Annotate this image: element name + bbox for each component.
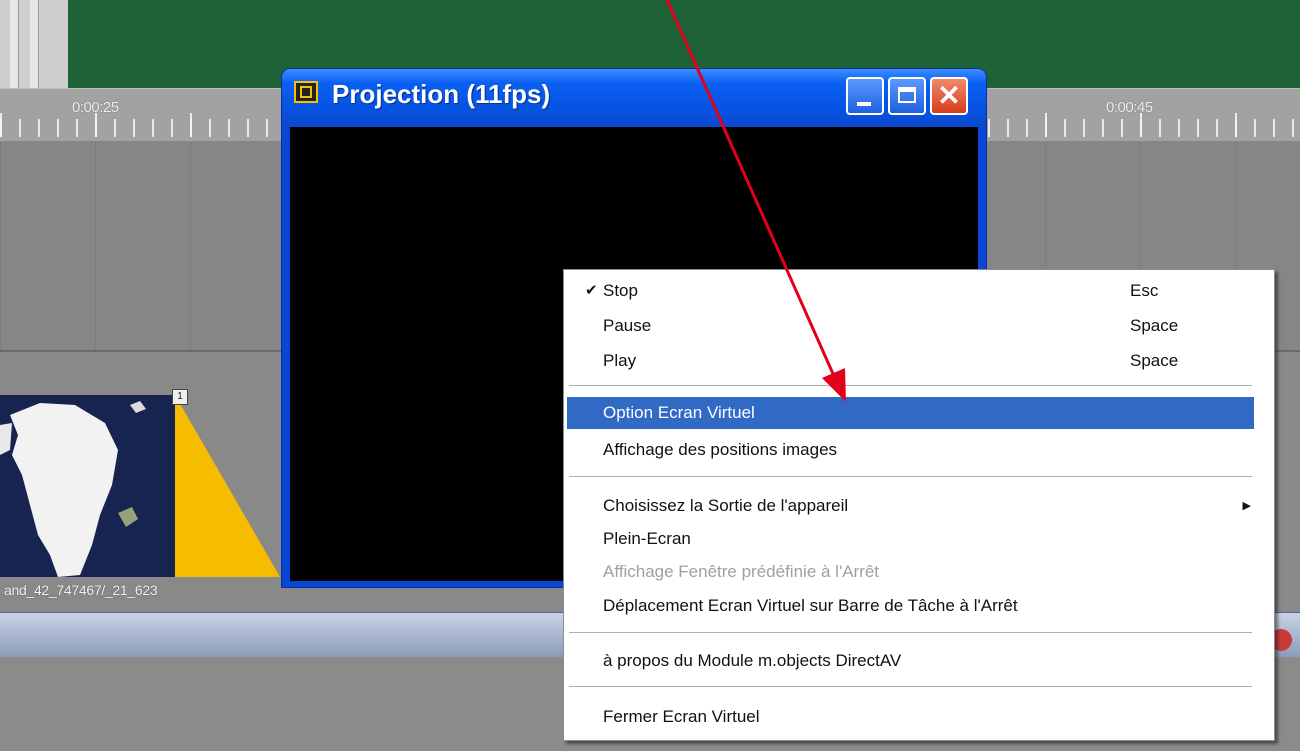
annotation-arrow [665, 0, 846, 402]
